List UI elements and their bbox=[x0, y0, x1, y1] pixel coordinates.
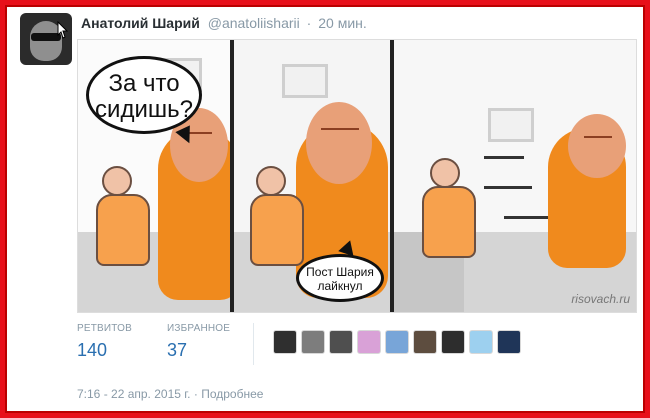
favoriter-avatar-5[interactable] bbox=[385, 330, 409, 354]
retweets-label: РЕТВИТОВ bbox=[77, 323, 133, 334]
favoriter-avatar-3[interactable] bbox=[329, 330, 353, 354]
cell-window-3 bbox=[488, 108, 534, 142]
speech-bubble-question: За что сидишь? bbox=[86, 56, 202, 134]
big-prisoner-brow-2 bbox=[321, 128, 359, 130]
relative-time[interactable]: 20 мин. bbox=[318, 15, 367, 31]
tweet-image[interactable]: За что сидишь? Пост Шария лайкнул risova… bbox=[77, 39, 637, 313]
favorites-label: ИЗБРАННОЕ bbox=[167, 323, 231, 334]
favoriters-avatars bbox=[273, 330, 521, 354]
comic-panel-3: risovach.ru bbox=[394, 40, 636, 312]
favorites-stat[interactable]: ИЗБРАННОЕ 37 bbox=[167, 323, 230, 361]
details-link[interactable]: Подробнее bbox=[201, 387, 263, 401]
tweet-card: Анатолий Шарий @anatoliisharii · 20 мин.… bbox=[5, 5, 645, 413]
watermark: risovach.ru bbox=[571, 292, 630, 306]
comic-panel-1: За что сидишь? bbox=[78, 40, 234, 312]
hand-cursor-icon bbox=[57, 21, 68, 39]
tweet-footer: 7:16 - 22 апр. 2015 г. · Подробнее bbox=[77, 387, 263, 401]
favoriter-avatar-8[interactable] bbox=[469, 330, 493, 354]
author-avatar[interactable] bbox=[20, 13, 72, 65]
small-prisoner-body-3 bbox=[422, 186, 476, 258]
small-prisoner-head bbox=[102, 166, 132, 196]
small-prisoner-body-2 bbox=[250, 194, 304, 266]
header-separator: · bbox=[306, 15, 312, 31]
motion-line-1 bbox=[484, 156, 524, 159]
favoriter-avatar-6[interactable] bbox=[413, 330, 437, 354]
retweets-count[interactable]: 140 bbox=[77, 340, 132, 361]
retweets-stat[interactable]: РЕТВИТОВ 140 bbox=[77, 323, 132, 361]
motion-line-3 bbox=[504, 216, 550, 219]
small-prisoner-body bbox=[96, 194, 150, 266]
favoriter-avatar-1[interactable] bbox=[273, 330, 297, 354]
big-prisoner-head-3 bbox=[568, 114, 626, 178]
footer-separator: · bbox=[193, 387, 198, 401]
favoriter-avatar-7[interactable] bbox=[441, 330, 465, 354]
comic-panel-2: Пост Шария лайкнул bbox=[234, 40, 394, 312]
author-line: Анатолий Шарий @anatoliisharii · 20 мин. bbox=[81, 15, 367, 31]
big-prisoner-head-2 bbox=[306, 102, 372, 184]
favoriter-avatar-2[interactable] bbox=[301, 330, 325, 354]
tweet-stats: РЕТВИТОВ 140 ИЗБРАННОЕ 37 bbox=[77, 323, 607, 365]
stats-divider bbox=[253, 323, 254, 365]
speech-bubble-answer: Пост Шария лайкнул bbox=[296, 254, 384, 302]
author-handle[interactable]: @anatoliisharii bbox=[208, 15, 300, 31]
small-prisoner-head-2 bbox=[256, 166, 286, 196]
small-prisoner-head-3 bbox=[430, 158, 460, 188]
favoriter-avatar-9[interactable] bbox=[497, 330, 521, 354]
big-prisoner-brow-3 bbox=[584, 136, 612, 138]
favorites-count[interactable]: 37 bbox=[167, 340, 230, 361]
author-name[interactable]: Анатолий Шарий bbox=[81, 15, 200, 31]
tweet-timestamp[interactable]: 7:16 - 22 апр. 2015 г. bbox=[77, 387, 191, 401]
favoriter-avatar-4[interactable] bbox=[357, 330, 381, 354]
motion-line-2 bbox=[484, 186, 532, 189]
cell-window-2 bbox=[282, 64, 328, 98]
